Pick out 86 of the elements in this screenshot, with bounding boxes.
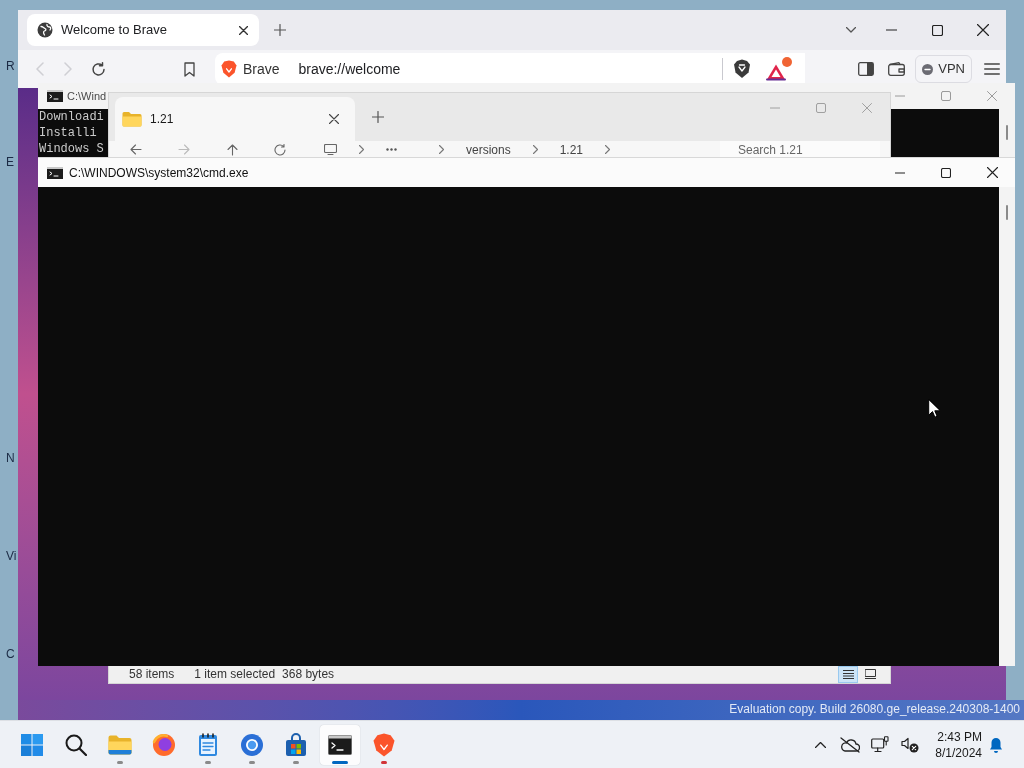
chevron-right-icon xyxy=(532,145,538,154)
search-icon xyxy=(65,733,87,756)
plus-icon xyxy=(372,111,384,123)
maximize-icon xyxy=(816,103,826,113)
status-text: 368 bytes xyxy=(282,667,335,681)
console-icon xyxy=(47,90,63,102)
speaker-muted-icon xyxy=(901,736,919,753)
rewards-button[interactable] xyxy=(766,57,793,81)
folder-icon xyxy=(108,734,132,755)
browser-tab[interactable]: Welcome to Brave xyxy=(27,14,259,46)
up-arrow-icon xyxy=(226,143,238,156)
maximize-icon xyxy=(941,167,951,178)
taskbar-app-button[interactable] xyxy=(320,724,360,765)
monitor-plug-icon xyxy=(871,736,889,753)
scrollbar-thumb[interactable] xyxy=(1006,125,1008,140)
minimize-icon xyxy=(885,29,897,31)
more-icon xyxy=(386,148,397,151)
folder-icon xyxy=(122,111,142,127)
sidebar-panel-icon xyxy=(858,62,875,76)
clock[interactable]: 2:43 PM 8/1/2024 xyxy=(930,728,982,761)
url-text: brave://welcome xyxy=(298,59,401,79)
triangle-icon xyxy=(766,63,787,81)
globe-icon xyxy=(37,22,53,38)
mouse-pointer-icon xyxy=(928,399,940,418)
window-title: C:\WINDOWS\system32\cmd.exe xyxy=(69,164,249,182)
explorer-tab[interactable]: 1.21 xyxy=(115,97,355,141)
console-icon xyxy=(328,734,352,755)
maximize-icon xyxy=(941,91,951,101)
wallet-icon xyxy=(887,62,905,76)
breadcrumb-item[interactable]: versions xyxy=(466,142,511,157)
start-icon xyxy=(21,733,43,756)
reload-icon xyxy=(91,61,107,77)
address-bar[interactable]: versions 1.21 xyxy=(324,141,611,158)
status-dot-icon xyxy=(922,63,934,75)
chevron-right-icon xyxy=(439,145,444,154)
lion-shield-icon xyxy=(373,732,395,757)
desktop-icon-label[interactable]: N xyxy=(6,450,15,466)
bookmark-icon xyxy=(184,61,196,77)
minimize-icon xyxy=(770,107,780,109)
browser-icon xyxy=(240,732,264,757)
monitor-icon xyxy=(324,144,337,155)
address-bar[interactable]: Brave brave://welcome xyxy=(214,53,806,85)
forward-arrow-icon xyxy=(178,144,190,155)
menu-icon xyxy=(984,63,1000,75)
console-text: Installi xyxy=(39,125,97,141)
desktop-icon-label[interactable]: Vi xyxy=(6,548,17,564)
desktop-icon-label[interactable]: E xyxy=(6,154,14,170)
browser-icon xyxy=(152,732,176,757)
site-label: Brave xyxy=(242,59,280,79)
desktop-icon-label[interactable]: R xyxy=(6,58,15,74)
back-arrow-icon xyxy=(130,144,142,155)
shields-button[interactable] xyxy=(733,59,752,79)
close-icon xyxy=(986,167,998,178)
plus-icon xyxy=(274,24,286,36)
bell-icon xyxy=(989,736,1003,753)
maximize-icon xyxy=(931,24,943,36)
close-icon xyxy=(862,103,872,113)
breadcrumb-item[interactable]: 1.21 xyxy=(559,142,584,157)
shopping-bag-icon xyxy=(284,732,308,757)
close-icon xyxy=(987,91,997,101)
notification-badge-icon xyxy=(782,57,793,67)
close-icon xyxy=(238,25,248,35)
console-icon xyxy=(47,166,63,179)
minimize-icon xyxy=(895,171,905,174)
chevron-right-icon xyxy=(605,145,611,154)
console-text: Downloadi xyxy=(39,109,104,125)
scrollbar-thumb[interactable] xyxy=(1006,205,1008,220)
chevron-up-icon xyxy=(814,741,826,748)
details-view-icon xyxy=(842,669,854,679)
minimize-icon xyxy=(895,95,905,97)
close-icon xyxy=(329,114,339,124)
chevron-right-icon xyxy=(359,145,364,154)
lion-shield-icon xyxy=(220,60,237,78)
refresh-icon xyxy=(274,143,286,156)
console-text: Windows S xyxy=(39,141,104,157)
desktop-icon-label[interactable]: C xyxy=(6,646,15,662)
tiles-view-icon xyxy=(864,669,876,679)
window-title: C:\Wind xyxy=(67,88,107,104)
evaluation-notice: Evaluation copy. Build 26080.ge_release.240308-1400 xyxy=(729,702,1020,716)
close-icon xyxy=(977,24,989,36)
notepad-icon xyxy=(198,732,218,757)
shield-icon xyxy=(733,59,752,79)
cloud-off-icon xyxy=(840,736,860,753)
status-text: 1 item selected xyxy=(194,667,276,681)
chevron-down-icon xyxy=(846,27,856,33)
status-text: 58 items xyxy=(129,667,175,681)
